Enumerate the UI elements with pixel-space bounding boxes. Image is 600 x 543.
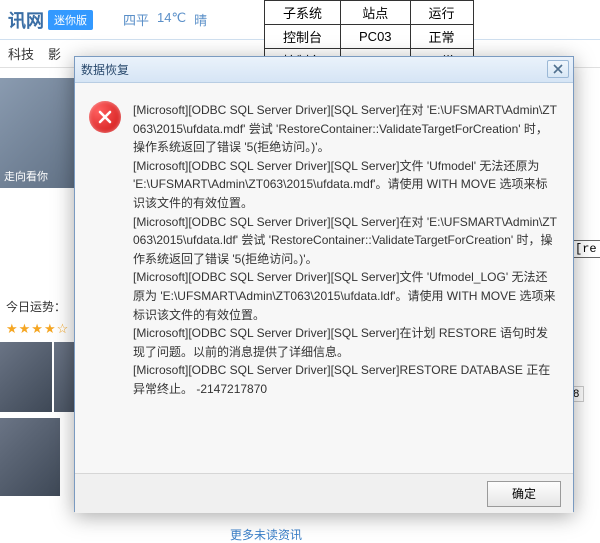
thumb-image-lower[interactable] (0, 418, 60, 496)
logo-text: 讯网 (8, 7, 44, 33)
error-dialog: 数据恢复 [Microsoft][ODBC SQL Server Driver]… (74, 56, 574, 512)
ok-button[interactable]: 确定 (487, 481, 561, 507)
edition-badge: 迷你版 (48, 10, 93, 30)
col-subsystem: 子系统 (265, 1, 341, 25)
dialog-message: [Microsoft][ODBC SQL Server Driver][SQL … (133, 101, 559, 463)
dialog-title: 数据恢复 (81, 61, 129, 78)
close-icon (553, 64, 563, 74)
more-news-link[interactable]: 更多未读资讯 (230, 526, 302, 543)
fortune-label: 今日运势： (6, 298, 69, 315)
weather-widget[interactable]: 四平 14℃ 晴 (123, 10, 207, 29)
table-header-row: 子系统 站点 运行 (265, 1, 474, 25)
weather-city: 四平 (123, 10, 149, 29)
nav-item-tech[interactable]: 科技 (8, 44, 34, 63)
thumb-image[interactable] (0, 342, 52, 412)
promo-caption: 走向看你 (4, 168, 48, 184)
fortune-stars: ★★★★☆ (6, 321, 69, 337)
dialog-footer: 确定 (75, 473, 573, 513)
col-status: 运行 (410, 1, 473, 25)
weather-temp: 14℃ (157, 10, 186, 29)
error-icon (89, 101, 121, 133)
fortune-block: 今日运势： ★★★★☆ (6, 298, 69, 337)
close-button[interactable] (547, 60, 569, 78)
nav-item-movie[interactable]: 影 (48, 44, 61, 63)
table-row[interactable]: 控制台PC03正常 (265, 25, 474, 49)
weather-cond: 晴 (194, 10, 207, 29)
col-site: 站点 (341, 1, 411, 25)
dialog-titlebar[interactable]: 数据恢复 (75, 57, 573, 83)
